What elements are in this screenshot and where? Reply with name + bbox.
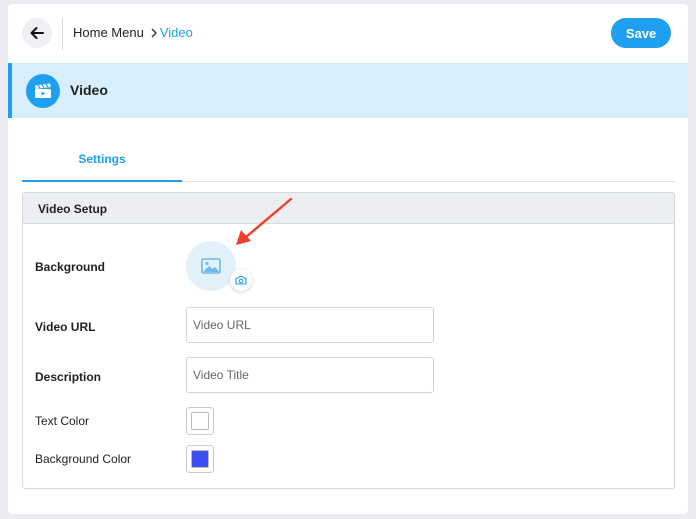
text-color-label: Text Color [35,414,90,428]
background-label: Background [35,260,106,274]
text-color-swatch[interactable] [186,407,214,435]
top-bar: Home Menu Video Save [8,4,688,63]
breadcrumb-home[interactable]: Home Menu [73,25,144,40]
panel-title: Video Setup [23,193,674,224]
arrow-left-icon [30,27,44,39]
description-label: Description [35,370,102,384]
divider [62,18,63,50]
background-color-label: Background Color [35,452,132,466]
video-url-input[interactable] [186,307,434,343]
breadcrumb-current: Video [159,25,193,40]
page-card: Home Menu Video Save Video Settings Vide… [8,4,688,514]
description-input[interactable] [186,357,434,393]
upload-image-button[interactable] [230,269,252,291]
image-icon [201,258,221,274]
breadcrumb: Home Menu Video [73,25,193,40]
back-button[interactable] [22,18,52,48]
background-image-picker[interactable] [186,241,236,291]
section-header: Video [8,63,688,118]
video-url-label: Video URL [35,320,96,334]
chevron-right-icon [150,28,158,38]
clapperboard-icon [26,74,60,108]
camera-icon [235,275,247,285]
text-color-fill [191,412,209,430]
background-color-swatch[interactable] [186,445,214,473]
tab-settings[interactable]: Settings [22,138,182,182]
background-color-fill [191,450,209,468]
section-title: Video [70,82,108,98]
save-button[interactable]: Save [611,18,671,48]
video-setup-panel: Video Setup Background Video URL Descrip… [22,192,675,489]
tab-bar: Settings [22,138,675,182]
